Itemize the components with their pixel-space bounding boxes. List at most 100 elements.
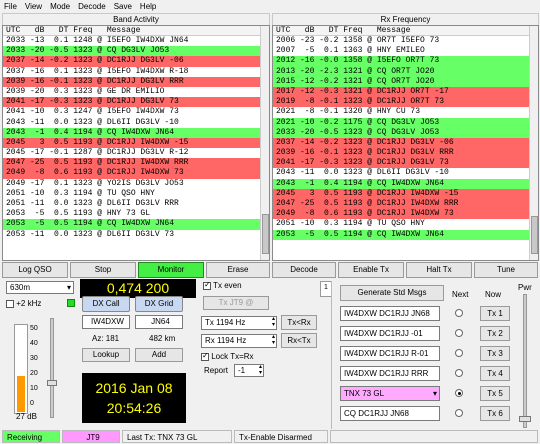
band-activity-row[interactable]: 2051 -10 0.3 1194 @ TU QSO HNY [3, 188, 269, 199]
lock-tx-rx-checkbox[interactable] [201, 351, 209, 361]
tx-even-option[interactable]: Tx even [203, 280, 242, 290]
rx-frequency-row[interactable]: 2019 -8 -0.1 1323 @ DC1RJJ OR7T 73 [273, 97, 538, 108]
rx-from-tx-button[interactable]: Rx<Tx [281, 333, 317, 348]
plus2khz-checkbox[interactable] [6, 299, 14, 308]
band-activity-scrollbar[interactable] [260, 26, 269, 260]
band-activity-row[interactable]: 2053 -5 0.5 1193 @ HNY 73 GL [3, 209, 269, 220]
scroll-thumb[interactable] [531, 216, 538, 254]
halt-tx-button[interactable]: Halt Tx [406, 262, 472, 278]
rx-frequency-row[interactable]: 2051 -10 0.3 1194 @ TU QSO HNY [273, 219, 538, 230]
decode-button[interactable]: Decode [272, 262, 336, 278]
lock-tx-rx-option[interactable]: Lock Tx=Rx [201, 351, 254, 361]
rx-frequency-row[interactable]: 2041 -17 -0.3 1323 @ DC1RJJ DG3LV 73 [273, 158, 538, 169]
tx-message-input[interactable]: IW4DXW DC1RJJ R-01 [340, 346, 440, 361]
rx-frequency-row[interactable]: 2015 -12 -0.2 1321 @ CQ OR7T JO20 [273, 76, 538, 87]
band-activity-row[interactable]: 2043 -11 0.0 1323 @ DL6II DG3LV -10 [3, 117, 269, 128]
next-radio[interactable] [455, 389, 463, 397]
rx-frequency-row[interactable]: 2043 -1 0.4 1194 @ CQ IW4DXW JN64 [273, 178, 538, 189]
band-activity-row[interactable]: 2043 -1 0.4 1194 @ CQ IW4DXW JN64 [3, 127, 269, 138]
menu-view[interactable]: View [21, 0, 46, 11]
band-activity-row[interactable]: 2041 -17 -0.3 1323 @ DC1RJJ DG3LV 73 [3, 97, 269, 108]
menu-decode[interactable]: Decode [74, 0, 110, 11]
rx-level-slider-track[interactable] [50, 318, 54, 418]
rx-frequency-row[interactable]: 2049 -8 0.6 1193 @ DC1RJJ IW4DXW 73 [273, 209, 538, 220]
menu-file[interactable]: File [0, 0, 21, 11]
tx-message-input[interactable]: CQ DC1RJJ JN68 [340, 406, 440, 421]
band-activity-row[interactable]: 2049 -17 0.1 1323 @ YO2IS DG3LV JO53 [3, 178, 269, 189]
tx-2-button[interactable]: Tx 2 [480, 326, 510, 341]
rx-frequency-spinbox[interactable]: Rx 1194 Hz ▴ ▾ [201, 334, 277, 348]
next-radio[interactable] [455, 329, 463, 337]
tune-button[interactable]: Tune [474, 262, 538, 278]
dx-call-input[interactable]: IW4DXW [82, 315, 130, 329]
menu-mode[interactable]: Mode [46, 0, 74, 11]
band-activity-row[interactable]: 2053 -11 0.0 1323 @ DL6II DG3LV 73 [3, 229, 269, 240]
tx-jt9-button[interactable]: Tx JT9 @ [203, 296, 269, 310]
next-radio[interactable] [455, 309, 463, 317]
band-activity-row[interactable]: 2053 -5 0.5 1194 @ CQ IW4DXW JN64 [3, 219, 269, 230]
band-activity-row[interactable]: 2045 3 0.5 1193 @ DC1RJJ IW4DXW -15 [3, 137, 269, 149]
spin-arrows-icon[interactable]: ▴ ▾ [272, 316, 275, 328]
rx-frequency-row[interactable]: 2017 -12 -0.3 1321 @ DC1RJJ OR7T -17 [273, 86, 538, 98]
rx-frequency-row[interactable]: 2039 -16 -0.1 1323 @ DC1RJJ DG3LV RRR [273, 148, 538, 159]
plus2khz-option[interactable]: +2 kHz [6, 299, 41, 308]
rx-frequency-row[interactable]: 2007 -5 0.1 1363 @ HNY EMILEO [273, 46, 538, 57]
report-spinbox[interactable]: -1 ▴ ▾ [234, 364, 264, 377]
next-radio[interactable] [455, 409, 463, 417]
dx-grid-input[interactable]: JN64 [135, 315, 183, 329]
band-activity-row[interactable]: 2037 -14 -0.2 1323 @ DC1RJJ DG3LV -06 [3, 56, 269, 67]
rx-frequency-row[interactable]: 2047 -25 0.5 1193 @ DC1RJJ IW4DXW RRR [273, 199, 538, 210]
rx-frequency-row[interactable]: 2037 -14 -0.2 1323 @ DC1RJJ DG3LV -06 [273, 137, 538, 149]
add-button[interactable]: Add [135, 348, 183, 362]
tx-message-input[interactable]: IW4DXW DC1RJJ RRR [340, 366, 440, 381]
band-activity-row[interactable]: 2045 -17 -0.1 1287 @ DC1RJJ DG3LV R-12 [3, 148, 269, 159]
menu-save[interactable]: Save [110, 0, 136, 11]
rx-frequency-row[interactable]: 2012 -16 -0.0 1358 @ I5EFO OR7T 73 [273, 56, 538, 67]
chevron-down-icon[interactable]: ▾ [433, 387, 437, 400]
next-radio[interactable] [455, 369, 463, 377]
menu-help[interactable]: Help [136, 0, 160, 11]
rx-frequency-row[interactable]: 2021 -8 -0.1 1320 @ HNY CU 73 [273, 107, 538, 118]
generate-std-msgs-button[interactable]: Generate Std Msgs [340, 285, 444, 301]
band-activity-row[interactable]: 2033 -20 -0.5 1323 @ CQ DG3LV JO53 [3, 46, 269, 57]
band-activity-row[interactable]: 2041 -10 0.3 1247 @ I5EFO IW4DXW 73 [3, 107, 269, 118]
rx-frequency-row[interactable]: 2013 -20 -2.3 1321 @ CQ OR7T JO20 [273, 66, 538, 77]
band-activity-row[interactable]: 2047 -25 0.5 1193 @ DC1RJJ IW4DXW RRR [3, 158, 269, 169]
rx-frequency-row[interactable]: 2053 -5 0.5 1194 @ CQ IW4DXW JN64 [273, 229, 538, 240]
next-radio[interactable] [455, 349, 463, 357]
tx-message-input[interactable]: IW4DXW DC1RJJ JN68 [340, 306, 440, 321]
spin-arrows-icon[interactable]: ▴ ▾ [272, 334, 275, 346]
band-activity-row[interactable]: 2049 -8 0.6 1193 @ DC1RJJ IW4DXW 73 [3, 168, 269, 179]
lookup-button[interactable]: Lookup [82, 348, 130, 362]
erase-button[interactable]: Erase [206, 262, 270, 278]
tx-5-button[interactable]: Tx 5 [480, 386, 510, 401]
log-qso-button[interactable]: Log QSO [2, 262, 68, 278]
band-activity-row[interactable]: 2037 -16 0.1 1323 @ I5EFO IW4DXW R-18 [3, 66, 269, 77]
monitor-button[interactable]: Monitor [138, 262, 204, 278]
rx-frequency-row[interactable]: 2021 -10 -0.2 1175 @ CQ DG3LV JO53 [273, 117, 538, 128]
tx-3-button[interactable]: Tx 3 [480, 346, 510, 361]
tx-from-rx-button[interactable]: Tx<Rx [281, 315, 317, 330]
scroll-thumb[interactable] [262, 214, 269, 254]
rx-frequency-row[interactable]: 2006 -23 -0.2 1358 @ OR7T I5EFO 73 [273, 36, 538, 47]
rx-frequency-row[interactable]: 2033 -20 -0.5 1323 @ CQ DG3LV JO53 [273, 127, 538, 138]
tx-message-input[interactable]: TNX 73 GL ▾ [340, 386, 440, 401]
band-select[interactable]: 630m ▾ [6, 281, 74, 294]
tx-even-checkbox[interactable] [203, 280, 211, 290]
stop-button[interactable]: Stop [70, 262, 136, 278]
band-activity-row[interactable]: 2033 -13 0.1 1248 @ I5EFO IW4DXW JN64 [3, 36, 269, 47]
tx-message-input[interactable]: IW4DXW DC1RJJ -01 [340, 326, 440, 341]
rx-frequency-row[interactable]: 2045 3 0.5 1193 @ DC1RJJ IW4DXW -15 [273, 188, 538, 199]
rx-frequency-row[interactable]: 2043 -11 0.0 1323 @ DL6II DG3LV -10 [273, 168, 538, 179]
rx-level-slider-handle[interactable] [47, 380, 57, 386]
tx-6-button[interactable]: Tx 6 [480, 406, 510, 421]
rx-frequency-list[interactable]: UTC dB DT Freq Message 2006 -23 -0.2 135… [272, 25, 539, 261]
rx-frequency-scrollbar[interactable] [529, 26, 538, 260]
pwr-slider-track[interactable] [523, 294, 527, 428]
tx-frequency-spinbox[interactable]: Tx 1194 Hz ▴ ▾ [201, 316, 277, 330]
band-activity-row[interactable]: 2051 -11 0.0 1323 @ DL6II DG3LV RRR [3, 199, 269, 210]
band-activity-row[interactable]: 2039 -16 -0.1 1323 @ DC1RJJ DG3LV RRR [3, 76, 269, 87]
band-activity-list[interactable]: UTC dB DT Freq Message 2033 -13 0.1 1248… [2, 25, 270, 261]
band-activity-row[interactable]: 2039 -20 0.3 1323 @ GE DR EMILIO [3, 86, 269, 98]
enable-tx-button[interactable]: Enable Tx [338, 262, 404, 278]
